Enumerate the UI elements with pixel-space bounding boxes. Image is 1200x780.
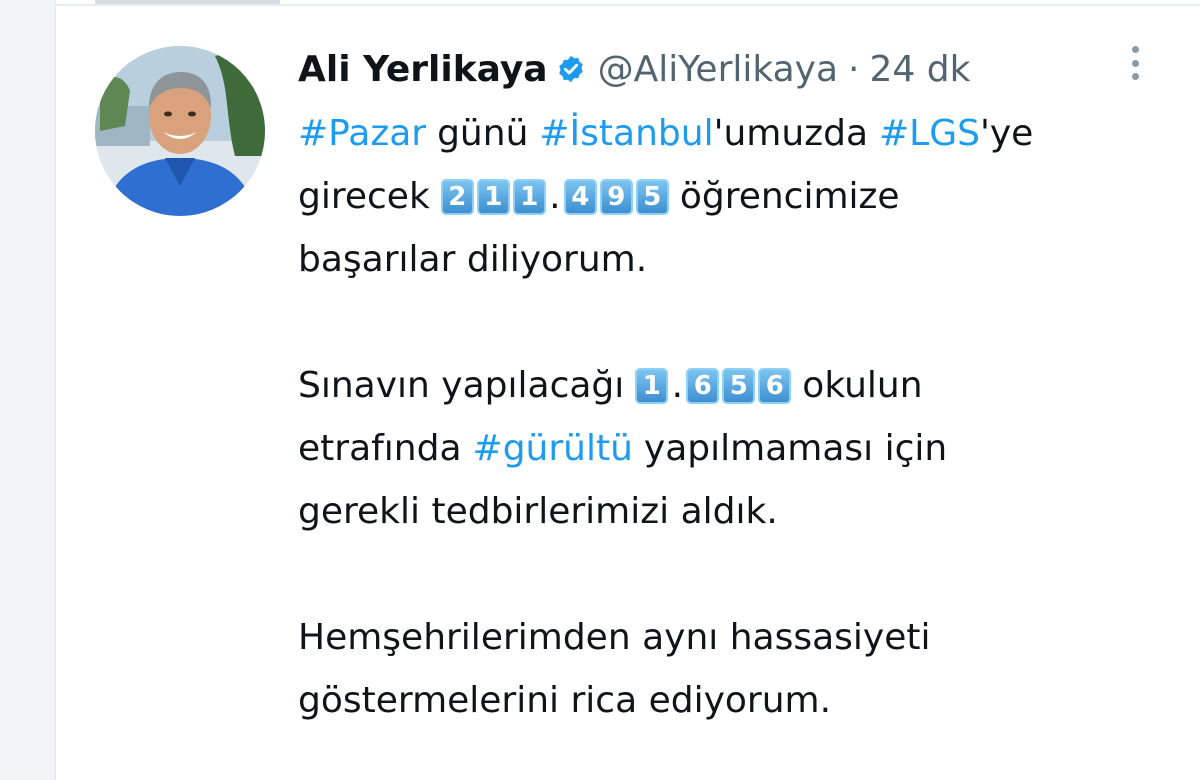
timestamp[interactable]: 24 dk: [869, 49, 970, 90]
keycap-digit-emoji: 5: [722, 367, 756, 404]
text-line-7: Hemşehrilerimden aynı hassasiyeti: [298, 606, 1178, 669]
keycap-digit-emoji: 2: [440, 178, 474, 215]
left-sidebar-strip: [0, 0, 56, 780]
text-segment: göstermelerini rica ediyorum.: [298, 680, 832, 721]
keycap-digit-emoji: 9: [599, 178, 633, 215]
text-line-5: etrafında #gürültü yapılmaması için: [298, 417, 1178, 480]
separator-dot: ·: [848, 48, 860, 90]
hashtag-pazar[interactable]: #Pazar: [298, 102, 426, 165]
tweet-text: #Pazar günü #İstanbul'umuzda #LGS'ye girece…: [298, 102, 1178, 732]
keycap-digit-emoji: 6: [686, 367, 720, 404]
more-options-icon[interactable]: [1125, 40, 1145, 86]
text-segment: gerekli tedbirlerimizi aldık.: [298, 491, 778, 532]
keycap-digit-emoji: 4: [563, 178, 597, 215]
display-name[interactable]: Ali Yerlikaya: [298, 49, 548, 90]
user-handle[interactable]: @AliYerlikaya: [598, 49, 838, 90]
keycap-digit-emoji: 6: [758, 367, 792, 404]
text-segment: yapılmaması için: [643, 428, 948, 469]
text-segment: Hemşehrilerimden aynı hassasiyeti: [298, 617, 931, 658]
text-segment: etrafında: [298, 428, 462, 469]
tab-indicator: [95, 0, 280, 4]
hashtag-istanbul[interactable]: #İstanbul: [539, 102, 713, 165]
text-line-3: başarılar diliyorum.: [298, 228, 1178, 291]
avatar-photo: [95, 46, 265, 216]
text-segment: 'umuzda: [713, 113, 868, 154]
hashtag-gurultu[interactable]: #gürültü: [473, 417, 633, 480]
keycap-digit-emoji: 1: [635, 367, 669, 404]
text-segment: günü: [437, 113, 529, 154]
keycap-number-211495: 2 1 1 . 4 9 5: [440, 175, 669, 217]
text-segment: okulun: [802, 365, 923, 406]
text-segment: öğrencimize: [679, 176, 900, 217]
number-separator: .: [549, 175, 561, 217]
tweet-header: Ali Yerlikaya @AliYerlikaya · 24 dk: [298, 40, 970, 98]
tweet-card[interactable]: Ali Yerlikaya @AliYerlikaya · 24 dk #Paz…: [55, 6, 1200, 780]
text-segment: Sınavın yapılacağı: [298, 365, 625, 406]
text-line-4: Sınavın yapılacağı 1 . 6 5 6 okulun: [298, 354, 1178, 417]
hashtag-lgs[interactable]: #LGS: [879, 102, 980, 165]
keycap-digit-emoji: 5: [635, 178, 669, 215]
avatar[interactable]: [95, 46, 265, 216]
number-separator: .: [671, 364, 684, 406]
text-line-2: girecek 2 1 1 . 4 9 5 öğrencimize: [298, 165, 1178, 228]
text-segment: 'ye: [979, 113, 1034, 154]
text-line-6: gerekli tedbirlerimizi aldık.: [298, 480, 1178, 543]
text-line-8: göstermelerini rica ediyorum.: [298, 669, 1178, 732]
text-line-1: #Pazar günü #İstanbul'umuzda #LGS'ye: [298, 102, 1178, 165]
text-segment: başarılar diliyorum.: [298, 239, 648, 280]
keycap-number-1656: 1 . 6 5 6: [635, 364, 792, 406]
keycap-digit-emoji: 1: [476, 178, 510, 215]
keycap-digit-emoji: 1: [512, 178, 546, 215]
verified-badge-icon: [556, 54, 586, 84]
text-segment: girecek: [298, 176, 430, 217]
